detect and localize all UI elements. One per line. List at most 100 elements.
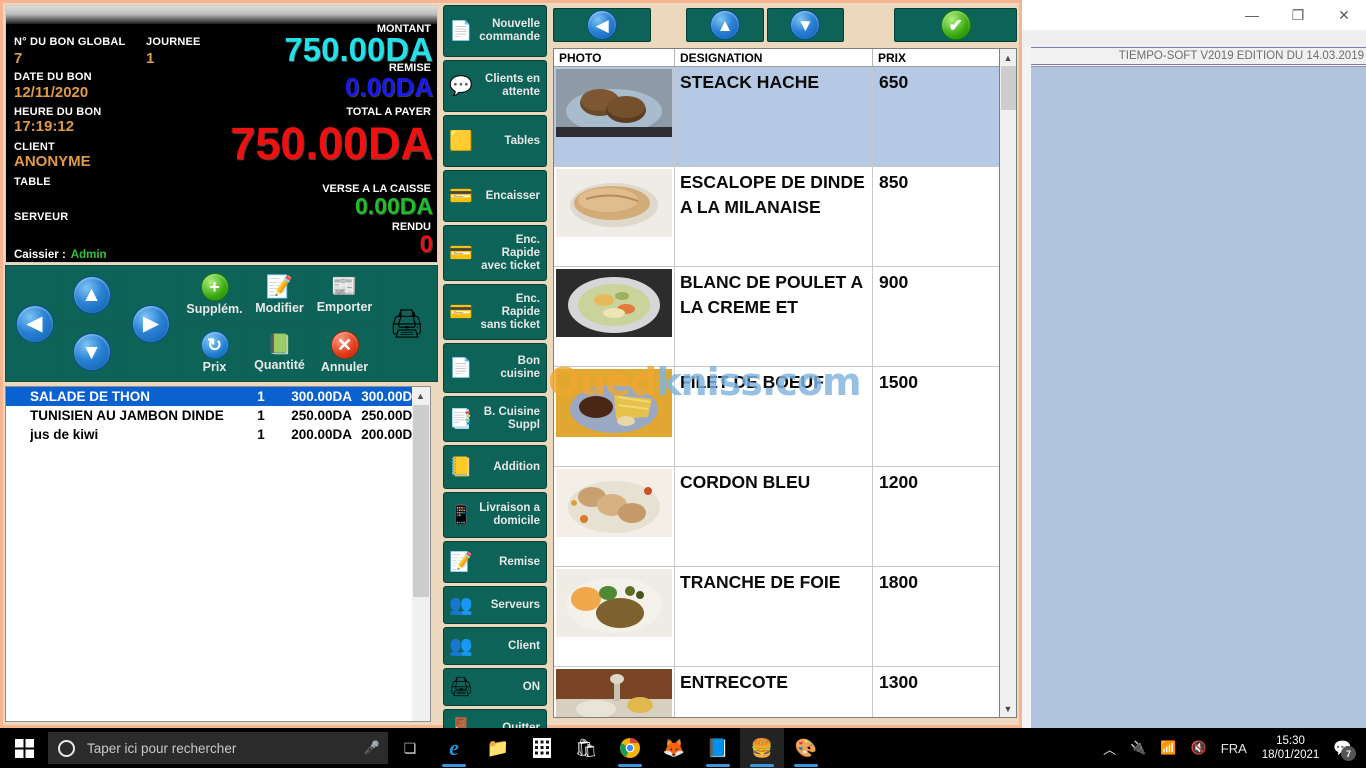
takeaway-button[interactable]: 📰 Emporter xyxy=(312,266,377,324)
menu-label: B. Cuisine Suppl xyxy=(483,406,540,431)
product-back-button[interactable]: ◀ xyxy=(553,8,652,42)
quantity-label: Quantité xyxy=(254,358,305,373)
nav-down-button[interactable]: ▼ xyxy=(63,323,120,381)
menu-item-clients-en-attente[interactable]: 💬 Clients en attente xyxy=(443,60,547,112)
pos-app-icon[interactable]: 🍔 xyxy=(740,728,784,768)
volume-muted-icon[interactable]: 🔇 xyxy=(1184,728,1214,768)
column-header-photo: PHOTO xyxy=(554,49,675,66)
product-row[interactable]: BLANC DE POULET A LA CREME ET 900 xyxy=(554,267,1016,367)
product-row[interactable]: ENTRECOTE 1300 xyxy=(554,667,1016,717)
cancel-button[interactable]: ✕ Annuler xyxy=(312,323,377,381)
product-validate-button[interactable]: ✔ xyxy=(894,8,1017,42)
edge-icon[interactable]: e xyxy=(432,728,476,768)
cash-register-button[interactable]: 🖨 xyxy=(377,266,437,381)
product-row[interactable]: ESCALOPE DE DINDE A LA MILANAISE 850 xyxy=(554,167,1016,267)
label-date-bon: DATE DU BON xyxy=(14,71,92,83)
menu-label: ON xyxy=(522,680,540,693)
menu-item-encaisser[interactable]: 💳 Encaisser xyxy=(443,170,547,222)
tray-chevron-icon[interactable]: ︿ xyxy=(1096,728,1123,768)
menu-item-b-cuisine-suppl[interactable]: 📑 B. Cuisine Suppl xyxy=(443,396,547,442)
nav-left-button[interactable]: ◀ xyxy=(6,266,63,381)
minimize-button[interactable]: — xyxy=(1229,0,1275,30)
product-row[interactable]: STEACK HACHE 650 xyxy=(554,67,1016,167)
value-remise: 0.00DA xyxy=(344,72,433,102)
product-scroll-down-button[interactable]: ▼ xyxy=(766,8,845,42)
order-list-scrollbar[interactable]: ▲ xyxy=(412,386,431,722)
battery-charging-icon[interactable]: 🔌 xyxy=(1123,728,1153,768)
order-line-row[interactable]: TUNISIEN AU JAMBON DINDE 1 250.00DA 250.… xyxy=(6,406,430,425)
task-view-icon[interactable]: ❏ xyxy=(388,728,432,768)
supplement-button[interactable]: + Supplém. xyxy=(182,266,247,324)
wifi-icon[interactable]: 📶 xyxy=(1153,728,1183,768)
menu-item-serveurs[interactable]: 👥 Serveurs xyxy=(443,586,547,624)
refresh-price-icon: ↻ xyxy=(200,330,229,359)
order-lines-list[interactable]: SALADE DE THON 1 300.00DA 300.00DA TUNIS… xyxy=(5,386,431,722)
menu-item-printer-toggle[interactable]: 🖨 ON xyxy=(443,668,547,706)
chrome-glyph xyxy=(620,738,640,758)
cancel-icon: ✕ xyxy=(330,330,359,359)
nav-right-button[interactable]: ▶ xyxy=(120,266,182,381)
menu-item-enc-rapide-sans-ticket[interactable]: 💳 Enc. Rapide sans ticket xyxy=(443,284,547,340)
menu-item-addition[interactable]: 📒 Addition xyxy=(443,445,547,489)
order-line-row[interactable]: SALADE DE THON 1 300.00DA 300.00DA xyxy=(6,387,430,406)
windows-start-icon[interactable] xyxy=(0,728,48,768)
product-scroll-up-button[interactable]: ▲ xyxy=(686,8,764,42)
filet-boeuf-photo xyxy=(556,369,672,437)
quantity-icon: 📗 xyxy=(267,334,292,357)
pos-app-frame: N° DU BON GLOBAL 7 JOURNEE 1 DATE DU BON… xyxy=(0,0,1022,747)
scroll-up-icon[interactable]: ▲ xyxy=(412,387,429,404)
scroll-thumb[interactable] xyxy=(413,405,429,597)
arrow-up-icon: ▲ xyxy=(709,10,740,40)
search-placeholder: Taper ici pour rechercher xyxy=(87,740,237,756)
search-input[interactable]: Taper ici pour rechercher 🎤 xyxy=(48,732,388,764)
product-row[interactable]: TRANCHE DE FOIE 1800 xyxy=(554,567,1016,667)
printer-icon: 🖨 xyxy=(448,676,474,698)
menu-item-enc-rapide-avec-ticket[interactable]: 💳 Enc. Rapide avec ticket xyxy=(443,225,547,281)
product-price: 850 xyxy=(879,172,909,192)
modify-button[interactable]: 📝 Modifier xyxy=(247,266,312,324)
label-client: CLIENT xyxy=(14,141,55,153)
quantity-button[interactable]: 📗 Quantité xyxy=(247,323,312,381)
chrome-icon[interactable] xyxy=(608,728,652,768)
menu-item-nouvelle-commande[interactable]: 📄 Nouvelle commande xyxy=(443,5,547,57)
product-price: 1200 xyxy=(879,472,918,492)
menu-item-tables[interactable]: 🟨 Tables xyxy=(443,115,547,167)
scroll-thumb[interactable] xyxy=(1001,66,1016,110)
calculator-icon[interactable] xyxy=(520,728,564,768)
product-row[interactable]: CORDON BLEU 1200 xyxy=(554,467,1016,567)
cash-register-icon: 🖨 xyxy=(389,308,425,339)
menu-label: Remise xyxy=(499,555,540,568)
main-menu-sidebar: 📄 Nouvelle commande 💬 Clients en attente… xyxy=(441,3,549,747)
column-header-designation: DESIGNATION xyxy=(675,49,873,66)
close-button[interactable]: ✕ xyxy=(1321,0,1366,30)
price-button[interactable]: ↻ Prix xyxy=(182,323,247,381)
scroll-up-icon[interactable]: ▲ xyxy=(1000,49,1016,66)
menu-item-client[interactable]: 👥 Client xyxy=(443,627,547,665)
menu-item-bon-cuisine[interactable]: 📄 Bon cuisine xyxy=(443,343,547,393)
clock-date: 18/01/2021 xyxy=(1261,749,1320,761)
arrow-left-icon: ◀ xyxy=(15,304,54,343)
maximize-button[interactable]: ❐ xyxy=(1275,0,1321,30)
product-photo-cell xyxy=(554,367,675,466)
firefox-icon[interactable]: 🦊 xyxy=(652,728,696,768)
file-explorer-icon[interactable]: 📁 xyxy=(476,728,520,768)
action-center-icon[interactable]: 💬 7 xyxy=(1327,728,1362,768)
language-indicator[interactable]: FRA xyxy=(1214,728,1254,768)
product-photo-cell xyxy=(554,67,675,166)
order-line-row[interactable]: jus de kiwi 1 200.00DA 200.00DA xyxy=(6,425,430,444)
menu-item-livraison-a-domicile[interactable]: 📱 Livraison a domicile xyxy=(443,492,547,538)
scroll-down-icon[interactable]: ▼ xyxy=(1000,700,1016,717)
arrow-down-icon: ▼ xyxy=(790,10,821,40)
microphone-icon[interactable]: 🎤 xyxy=(364,740,380,756)
product-row[interactable]: FILET DE BOEUF 1500 xyxy=(554,367,1016,467)
background-window-toolstrip xyxy=(1021,30,1366,47)
nav-up-button[interactable]: ▲ xyxy=(63,266,120,324)
product-list-scrollbar[interactable]: ▲ ▼ xyxy=(999,48,1017,718)
sticky-notes-icon[interactable]: 📘 xyxy=(696,728,740,768)
paint-icon[interactable]: 🎨 xyxy=(784,728,828,768)
menu-label: Livraison a domicile xyxy=(479,502,540,527)
menu-item-remise[interactable]: 📝 Remise xyxy=(443,541,547,583)
clock[interactable]: 15:30 18/01/2021 xyxy=(1254,734,1328,762)
product-price: 1800 xyxy=(879,572,918,592)
microsoft-store-icon[interactable]: 🛍 xyxy=(564,728,608,768)
